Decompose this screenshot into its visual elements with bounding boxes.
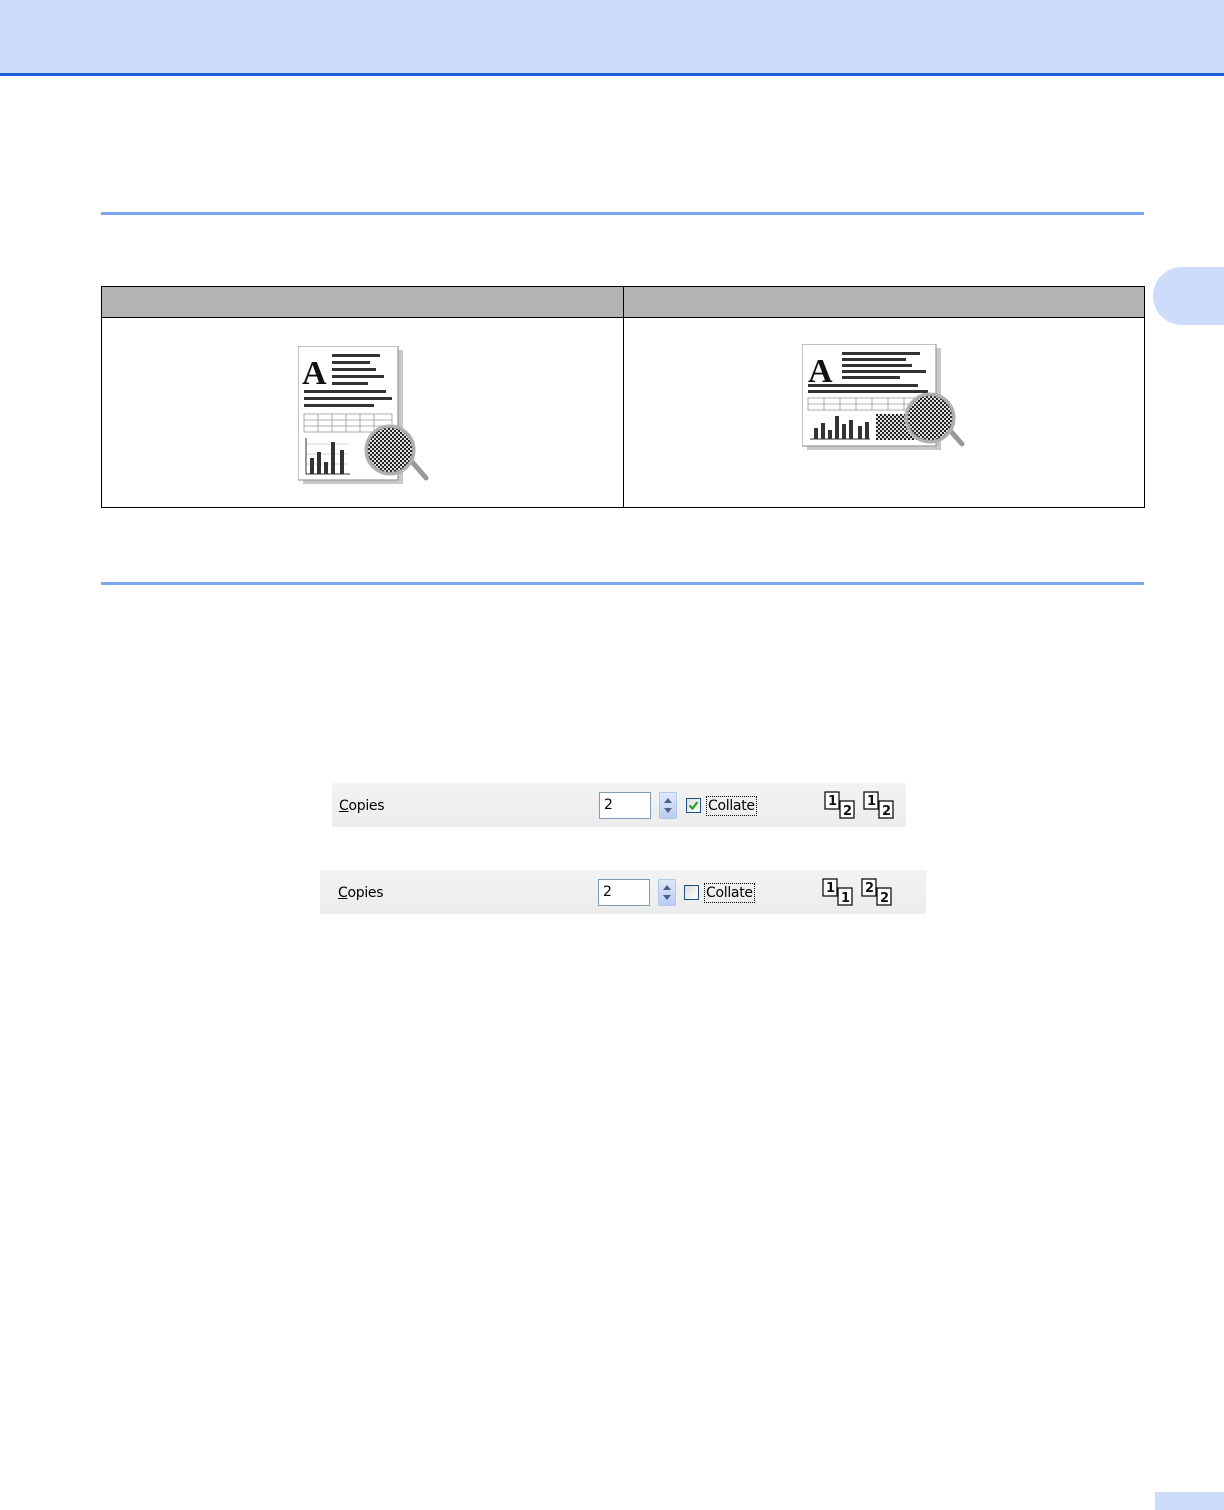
collate-checkbox[interactable]: [686, 798, 701, 813]
spinner-arrows-icon: [663, 885, 671, 900]
collated-order-icon: 1 2 1 2: [824, 791, 894, 819]
order-page-b2: 2: [880, 891, 889, 906]
order-page-a2: 2: [843, 804, 852, 819]
collate-checkbox[interactable]: [684, 885, 699, 900]
spinner-arrows-icon: [664, 798, 672, 813]
chapter-tab: [1153, 267, 1224, 325]
orientation-header-portrait: [101, 286, 624, 318]
section-rule-copies: [101, 582, 1144, 585]
order-page-a1: 1: [828, 794, 837, 809]
order-page-a2: 1: [841, 891, 850, 906]
order-page-b1: 1: [867, 794, 876, 809]
checkmark-icon: [688, 801, 699, 811]
collate-label[interactable]: Collate: [706, 796, 757, 816]
landscape-page-illustration: A: [801, 344, 964, 450]
collate-label[interactable]: Collate: [704, 883, 755, 903]
landscape-cell: A: [622, 317, 1145, 508]
page-header-band: [0, 0, 1224, 76]
copies-label: Copies: [339, 798, 385, 814]
copies-input[interactable]: 2: [598, 879, 650, 906]
orientation-table: A A: [101, 286, 1145, 508]
copies-spinner[interactable]: [659, 792, 677, 819]
uncollated-order-icon: 1 1 2 2: [822, 878, 892, 906]
copies-row-uncollated: Copies 2 Collate 1 1 2 2: [320, 870, 926, 914]
orientation-header-landscape: [622, 286, 1145, 318]
copies-spinner[interactable]: [658, 879, 676, 906]
copies-row-collated: Copies 2 Collate 1 2 1 2: [332, 783, 906, 827]
copies-label: Copies: [338, 885, 384, 901]
page-number-tab: [1155, 1492, 1224, 1510]
order-page-b1: 2: [865, 881, 874, 896]
order-page-a1: 1: [826, 881, 835, 896]
section-rule-orientation: [101, 212, 1144, 215]
portrait-page-illustration: A: [298, 346, 429, 484]
copies-input[interactable]: 2: [599, 792, 651, 819]
svg-text:A: A: [302, 355, 327, 392]
order-page-b2: 2: [882, 804, 891, 819]
portrait-cell: A: [101, 317, 624, 508]
